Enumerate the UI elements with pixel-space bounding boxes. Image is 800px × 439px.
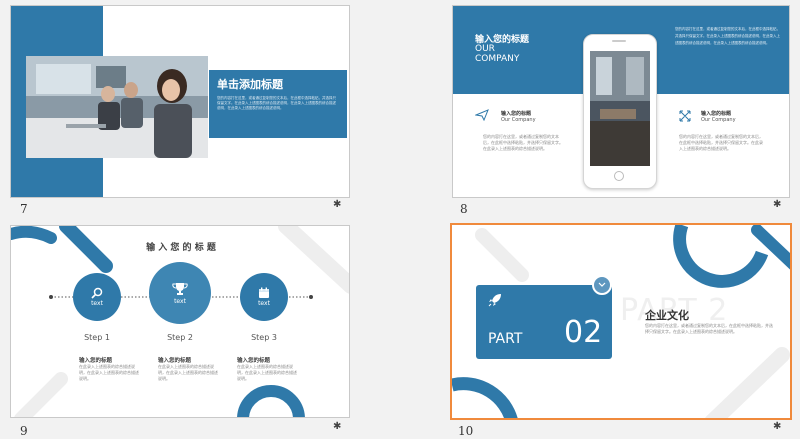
slide-thumbnail-10[interactable]: PART 2 PART 02 企业文化 您的内容打在这里，或者通过复制您的文本后… — [450, 223, 792, 420]
step-circle-2: text — [149, 262, 211, 324]
top-text: 您的内容打在这里，或者通过复制您的文本后，在此框中选择粘贴，并选择只保留文字。在… — [675, 27, 780, 45]
chevron-down-icon — [598, 282, 606, 287]
title-box: 单击添加标题 您的内容打在这里，或者通过复制您的文本后，在此框中选择粘贴，并选择… — [209, 70, 347, 138]
transition-star-icon[interactable]: ✱ — [773, 421, 781, 432]
trophy-icon — [172, 282, 188, 295]
step-circle-1: text — [73, 273, 121, 321]
slide-number-10: 10 — [458, 424, 474, 438]
slide-title-en-2: COMPANY — [475, 54, 520, 64]
section-title: 企业文化 — [645, 309, 689, 322]
slide-number-9: 9 — [20, 424, 28, 438]
chevron-down-button[interactable] — [592, 275, 612, 295]
section-body: 您的内容打在这里，或者通过复制您的文本后，在此框中选择粘贴，并选择只保留文字。在… — [645, 323, 773, 334]
slide-title-en-1: OUR — [475, 44, 495, 54]
left-item-body: 您的内容打在这里，或者通过复制您的文本后，在此框中选择粘贴，并选择只保留文字。在… — [483, 134, 563, 151]
step-label-1: Step 1 — [84, 333, 110, 342]
step-heading-2: 输入您的标题 — [158, 358, 192, 364]
phone-mockup — [583, 34, 657, 189]
slide-number-8: 8 — [460, 202, 468, 216]
rocket-icon — [488, 294, 501, 307]
transition-star-icon[interactable]: ✱ — [333, 421, 341, 432]
slide-number-7: 7 — [20, 202, 28, 216]
office-photo — [26, 56, 208, 158]
right-item-body: 您的内容打在这里，或者通过复制您的文本后，在此框中选择粘贴，并选择只保留文字。在… — [679, 134, 763, 151]
step-body-2: 在此录入上述图表的综合描述说明，在此录入上述图表的综合描述说明。 — [158, 364, 218, 381]
step-heading-3: 输入您的标题 — [237, 358, 271, 364]
left-item-sub: Our Company — [501, 117, 536, 123]
left-item-title: 输入您的标题 — [501, 111, 532, 117]
step-heading-1: 输入您的标题 — [79, 358, 113, 364]
transition-star-icon[interactable]: ✱ — [333, 199, 341, 210]
paper-plane-icon — [475, 109, 489, 121]
step-body-1: 在此录入上述图表的综合描述说明，在此录入上述图表的综合描述说明。 — [79, 364, 139, 381]
step-label-3: Step 3 — [251, 333, 277, 342]
part-box: PART 02 — [476, 285, 612, 359]
slide-thumbnail-7[interactable]: 单击添加标题 您的内容打在这里，或者通过复制您的文本后，在此框中选择粘贴，并选择… — [10, 5, 350, 198]
part-label: PART — [488, 331, 523, 347]
part-number: 02 — [564, 315, 603, 350]
step-body-3: 在此录入上述图表的综合描述说明，在此录入上述图表的综合描述说明。 — [237, 364, 297, 381]
slide-title: 单击添加标题 — [217, 78, 283, 91]
expand-arrows-icon — [679, 110, 691, 122]
right-item-title: 输入您的标题 — [701, 111, 732, 117]
transition-star-icon[interactable]: ✱ — [773, 199, 781, 210]
calendar-icon — [259, 287, 269, 298]
slide-body: 您的内容打在这里，或者通过复制您的文本后，在此框中选择粘贴，并选择只保留文字。在… — [217, 96, 336, 110]
search-icon — [91, 287, 103, 299]
slide-thumbnail-9[interactable]: 输 入 您 的 标 题 text text text Step 1 Step 2… — [10, 225, 350, 418]
right-item-sub: Our Company — [701, 117, 736, 123]
slide-thumbnail-8[interactable]: 输入您的标题 OUR COMPANY 您的内容打在这里，或者通过复制您的文本后，… — [452, 5, 790, 198]
step-label-2: Step 2 — [167, 333, 193, 342]
step-circle-3: text — [240, 273, 288, 321]
slide-title: 输 入 您 的 标 题 — [146, 243, 216, 253]
